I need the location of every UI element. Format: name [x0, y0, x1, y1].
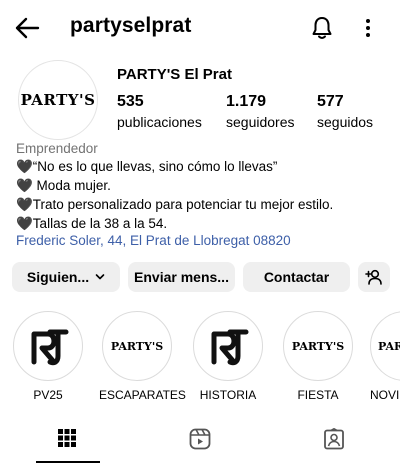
highlight-label: NOVI: [370, 388, 400, 402]
followers-stat[interactable]: 1.179 seguidores: [226, 92, 295, 132]
notification-bell-icon[interactable]: [309, 15, 335, 41]
reels-icon: [189, 428, 210, 450]
message-button-label: Enviar mens...: [134, 269, 229, 285]
profile-username: partyselprat: [70, 14, 192, 37]
posts-stat[interactable]: 535 publicaciones: [117, 92, 202, 132]
following-button-label: Siguien...: [26, 269, 90, 285]
contact-button-label: Contactar: [263, 269, 330, 285]
highlight-ring[interactable]: PARTY'S: [370, 311, 400, 381]
tab-tagged[interactable]: [267, 424, 400, 464]
add-user-icon: [365, 269, 382, 285]
highlight-label: PV25: [33, 388, 63, 402]
contact-button[interactable]: Contactar: [243, 262, 350, 292]
highlight-ring[interactable]: [13, 311, 83, 381]
bio-line: 🖤“No es lo que llevas, sino cómo lo llev…: [16, 159, 278, 174]
profile-category: Emprendedor: [16, 141, 98, 156]
tab-posts-grid[interactable]: [0, 424, 133, 464]
highlight-item[interactable]: HISTORIA: [190, 311, 266, 402]
avatar-logo: PARTY'S: [20, 91, 96, 109]
bio-line: 🖤Trato personalizado para potenciar tu m…: [16, 197, 334, 212]
posts-label: publicaciones: [117, 114, 202, 130]
highlight-cover: PARTY'S: [374, 315, 400, 377]
highlight-label: FIESTA: [297, 388, 339, 402]
highlight-cover: PARTY'S: [287, 315, 349, 377]
top-bar: partyselprat: [0, 0, 400, 56]
highlight-label: ESCAPARATES: [99, 388, 186, 402]
posts-count: 535: [117, 93, 144, 110]
tagged-icon: [323, 428, 344, 450]
active-tab-indicator: [36, 461, 100, 463]
highlight-cover-text: PARTY'S: [110, 339, 164, 353]
highlight-cover-text: PARTY'S: [291, 339, 345, 353]
following-count: 577: [317, 93, 344, 110]
following-button[interactable]: Siguien...: [12, 262, 120, 292]
highlight-item[interactable]: PARTY'S FIESTA: [280, 311, 356, 402]
profile-bio: 🖤“No es lo que llevas, sino cómo lo llev…: [16, 157, 391, 233]
profile-avatar[interactable]: PARTY'S: [18, 60, 98, 140]
profile-display-name: PARTY'S El Prat: [117, 66, 232, 83]
more-options-icon[interactable]: [360, 16, 376, 40]
highlight-item[interactable]: PARTY'S NOVI: [370, 311, 400, 402]
highlight-ring[interactable]: PARTY'S: [283, 311, 353, 381]
highlight-ring[interactable]: [193, 311, 263, 381]
highlight-ring[interactable]: PARTY'S: [102, 311, 172, 381]
chevron-down-icon: [95, 274, 105, 280]
following-stat[interactable]: 577 seguidos: [317, 92, 373, 132]
profile-address-link[interactable]: Frederic Soler, 44, El Prat de Llobregat…: [16, 233, 291, 248]
following-label: seguidos: [317, 114, 374, 130]
tab-reels[interactable]: [133, 424, 266, 464]
profile-tabs: [0, 424, 400, 464]
highlight-label: HISTORIA: [199, 388, 257, 402]
highlight-cover: PARTY'S: [106, 315, 168, 377]
highlight-item[interactable]: PV25: [10, 311, 86, 402]
highlight-item[interactable]: PARTY'S ESCAPARATES: [99, 311, 186, 402]
followers-label: seguidores: [226, 114, 295, 130]
bio-line: 🖤Tallas de la 38 a la 54.: [16, 216, 168, 231]
suggested-users-button[interactable]: [358, 262, 390, 292]
highlight-cover: [197, 315, 259, 377]
message-button[interactable]: Enviar mens...: [128, 262, 235, 292]
back-arrow-icon[interactable]: [14, 16, 40, 40]
followers-count: 1.179: [226, 93, 267, 110]
highlight-cover: [17, 315, 79, 377]
highlight-cover-text: PARTY'S: [378, 339, 400, 353]
grid-icon: [57, 429, 76, 447]
pt-monogram-icon: [21, 319, 75, 373]
pt-monogram-icon: [201, 319, 255, 373]
bio-line: 🖤 Moda mujer.: [16, 178, 111, 193]
